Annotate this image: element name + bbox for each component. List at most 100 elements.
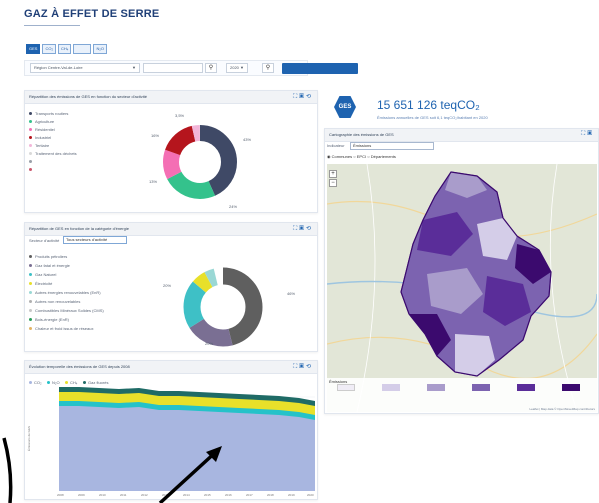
choropleth-map[interactable]: + −	[327, 164, 597, 412]
energy-panel-title: Répartition de GES en fonction de la cat…	[29, 226, 129, 231]
pct-label: 13%	[149, 179, 158, 184]
zoom-out-button[interactable]: −	[329, 179, 337, 187]
legend-item: Tertiaire	[35, 143, 50, 148]
energy-sector-select[interactable]: Tous secteurs d'activité	[63, 236, 127, 244]
panel-tools: ⛶▣⟲	[293, 93, 313, 101]
legend-item: Produits pétroliers	[35, 254, 68, 259]
legend-dot	[29, 120, 32, 123]
legend-item: Électricité	[35, 281, 53, 286]
legend-dot	[29, 327, 32, 330]
annotation-arrow-line	[158, 448, 220, 503]
x-tick: 2018	[267, 493, 274, 497]
legend-swatch	[337, 384, 355, 391]
energy-filter-label: Secteur d'activité	[29, 238, 60, 243]
pct-label: 20%	[163, 283, 172, 288]
pct-label: 46%	[287, 291, 296, 296]
x-tick: 2020	[307, 493, 314, 497]
title-underline	[24, 25, 80, 26]
download-icon[interactable]: ▣	[299, 94, 306, 100]
ges-badge: GES	[334, 96, 356, 118]
pdf-download-button[interactable]	[282, 63, 358, 74]
legend-item: Bois-énergie (EnR)	[35, 317, 70, 322]
legend-swatch	[427, 384, 445, 391]
legend-swatch	[517, 384, 535, 391]
indicator-select-value: Émissions	[353, 143, 372, 148]
legend-item: Résidentiel	[35, 127, 55, 132]
pct-label: 3,5%	[175, 113, 185, 118]
evolution-panel-header: Évolution temporelle des émissions de GE…	[25, 361, 317, 374]
energy-panel-header: Répartition de GES en fonction de la cat…	[25, 223, 317, 236]
map-canvas	[327, 164, 597, 412]
year-search-button[interactable]: ⚲	[262, 63, 274, 73]
panel-tools: ⛶▣	[581, 131, 594, 138]
legend-dot	[29, 136, 32, 139]
pct-label: 43%	[243, 137, 252, 142]
pct-label: 24%	[229, 204, 238, 209]
legend-dot	[29, 160, 32, 163]
annotation-arrow-overlay	[2, 437, 222, 503]
legend-dot	[29, 309, 32, 312]
region-select[interactable]: Région Centre-Val-de-Loire ▼	[30, 63, 140, 73]
panel-tools: ⛶▣⟲	[293, 225, 313, 233]
legend-item: Gaz Naturel	[35, 272, 57, 277]
region-select-value: Région Centre-Val-de-Loire	[34, 65, 83, 70]
legend-item: Combustibles Minéraux Solides (CMS)	[35, 308, 104, 313]
radio-icon[interactable]: ○	[353, 154, 355, 159]
legend-dot	[29, 168, 32, 171]
radio-label-departements[interactable]: Départements	[371, 154, 396, 159]
download-icon[interactable]: ▣	[299, 226, 306, 232]
radio-checked-icon[interactable]: ◉	[327, 154, 331, 159]
page-title: GAZ À EFFET DE SERRE	[24, 8, 160, 20]
year-select[interactable]: 2020 ▼	[226, 63, 248, 73]
download-icon[interactable]: ▣	[587, 131, 594, 137]
download-icon[interactable]: ▣	[299, 364, 306, 370]
share-icon[interactable]: ⟲	[306, 94, 313, 100]
map-legend: Émissions Leaflet | Map data © OpenStree…	[327, 378, 597, 412]
tab-ch4[interactable]: CH₄	[58, 44, 72, 54]
legend-swatch	[562, 384, 580, 391]
legend-dot	[29, 273, 32, 276]
x-tick: 2019	[288, 493, 295, 497]
map-attribution[interactable]: Leaflet | Map data © OpenStreetMap contr…	[529, 407, 595, 411]
sector-panel: Répartition des émissions de GES en fonc…	[24, 90, 318, 213]
sector-panel-header: Répartition des émissions de GES en fonc…	[25, 91, 317, 104]
chevron-down-icon: ▼	[240, 65, 244, 70]
evolution-panel-title: Évolution temporelle des émissions de GE…	[29, 364, 130, 369]
legend-dot	[29, 255, 32, 258]
legend-swatch	[472, 384, 490, 391]
sector-panel-title: Répartition des émissions de GES en fonc…	[29, 94, 147, 99]
legend-dot	[29, 291, 32, 294]
scale-radio-group: ◉ Communes ○ EPCI ○ Départements	[327, 154, 396, 159]
tab-n2o[interactable]: N₂O	[93, 44, 107, 54]
ges-total-value: 15 651 126 teqCO₂	[377, 98, 480, 112]
share-icon[interactable]: ⟲	[306, 364, 313, 370]
legend-item: Autres non renouvelables	[35, 299, 81, 304]
legend-dot	[29, 112, 32, 115]
legend-item: Gaz fatal et énergie	[35, 263, 70, 268]
indicator-label: Indicateur	[327, 143, 345, 148]
radio-label-epci[interactable]: EPCI	[357, 154, 366, 159]
chevron-down-icon: ▼	[132, 65, 136, 70]
ges-subtitle: Émissions annuelles de GES soit 6,1 teqC…	[377, 115, 488, 120]
tab-ges[interactable]: GES	[26, 44, 41, 54]
share-icon[interactable]: ⟲	[306, 226, 313, 232]
legend-item: Industriel	[35, 135, 52, 140]
annotation-curve	[2, 437, 13, 503]
energy-donut-chart	[183, 267, 263, 347]
radio-label-communes[interactable]: Communes	[332, 154, 352, 159]
legend-swatch	[382, 384, 400, 391]
tab-co2[interactable]: CO₂	[42, 44, 57, 54]
search-icon: ⚲	[208, 65, 214, 71]
legend-dot	[29, 282, 32, 285]
panel-tools: ⛶▣⟲	[293, 363, 313, 371]
map-panel-header: Cartographie des émissions de GES ⛶▣	[325, 129, 598, 142]
indicator-select[interactable]: Émissions	[350, 142, 434, 150]
legend-dot	[29, 300, 32, 303]
zoom-in-button[interactable]: +	[329, 170, 337, 178]
search-button[interactable]: ⚲	[205, 63, 217, 73]
tab-4[interactable]	[73, 44, 92, 54]
radio-icon[interactable]: ○	[367, 154, 369, 159]
sector-donut-chart	[163, 125, 237, 199]
domain-select[interactable]	[143, 63, 203, 73]
energy-panel: Répartition de GES en fonction de la cat…	[24, 222, 318, 352]
